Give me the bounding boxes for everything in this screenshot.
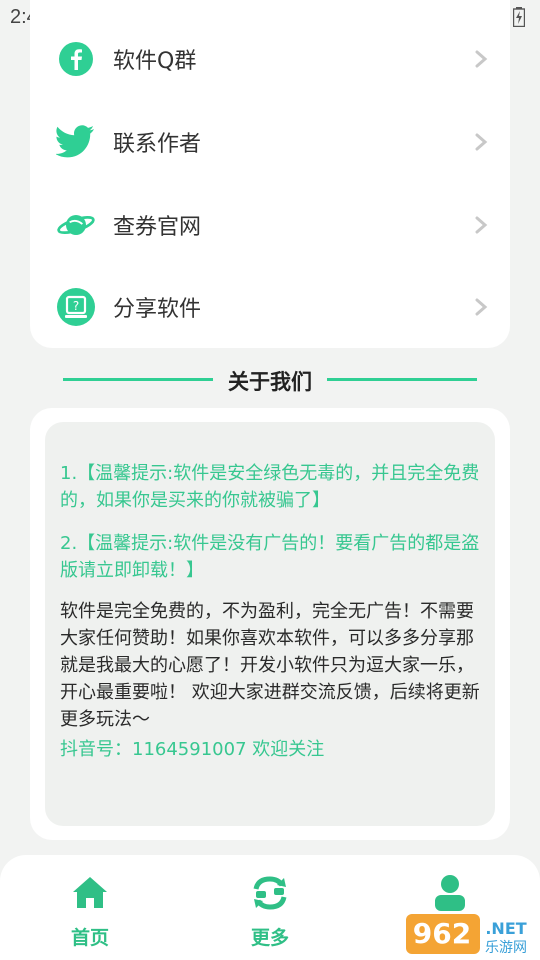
menu-item-coupon-site[interactable]: 查券官网 [30, 184, 510, 266]
nav-label: 更多 [250, 927, 289, 949]
chevron-right-icon [475, 298, 488, 316]
menu-item-label: 分享软件 [113, 297, 202, 322]
tip-text: 2.【温馨提示:软件是没有广告的！要看广告的都是盗版请立即卸载！】 [60, 533, 480, 581]
menu-item-label: 联系作者 [113, 132, 202, 157]
watermark-net: .NET [485, 919, 526, 938]
twitter-bird-icon [56, 122, 96, 162]
site-watermark-logo: 962 .NET 乐游网 [406, 910, 532, 956]
about-section-header: 关于我们 [0, 360, 540, 400]
nav-more[interactable]: 更多 [225, 873, 315, 953]
planet-icon [56, 205, 96, 245]
menu-item-label: 查券官网 [113, 215, 202, 240]
nav-label: 首页 [70, 927, 109, 949]
refresh-icon [253, 876, 287, 910]
menu-item-contact-author[interactable]: 联系作者 [30, 101, 510, 183]
menu-item-label: 软件Q群 [113, 49, 197, 74]
menu-item-share-app[interactable]: ? 分享软件 [30, 266, 510, 348]
svg-text:?: ? [73, 299, 79, 313]
divider-line [327, 378, 477, 381]
about-card: 1.【温馨提示:软件是安全绿色无毒的，并且完全免费的，如果你是买来的你就被骗了】… [30, 408, 510, 840]
battery-icon [508, 6, 530, 28]
douyin-text: 抖音号：1164591007 欢迎关注 [60, 739, 325, 760]
watermark-site: 乐游网 [485, 940, 527, 956]
share-box-icon: ? [56, 287, 96, 327]
home-icon [73, 877, 107, 908]
about-title: 关于我们 [228, 370, 312, 394]
nav-home[interactable]: 首页 [45, 873, 135, 953]
facebook-icon [56, 39, 96, 79]
user-icon [435, 875, 465, 911]
chevron-right-icon [475, 216, 488, 234]
about-content-box: 1.【温馨提示:软件是安全绿色无毒的，并且完全免费的，如果你是买来的你就被骗了】… [45, 422, 495, 826]
watermark-number: 962 [413, 917, 471, 950]
menu-item-qq-group[interactable]: 软件Q群 [30, 18, 510, 100]
tip-text: 1.【温馨提示:软件是安全绿色无毒的，并且完全免费的，如果你是买来的你就被骗了】 [60, 463, 480, 511]
links-card: 软件Q群 联系作者 查券官网 ? 分享软件 [30, 0, 510, 348]
chevron-right-icon [475, 50, 488, 68]
chevron-right-icon [475, 133, 488, 151]
about-body-text: 软件是完全免费的，不为盈利，完全无广告！不需要大家任何赞助！如果你喜欢本软件，可… [60, 601, 480, 730]
